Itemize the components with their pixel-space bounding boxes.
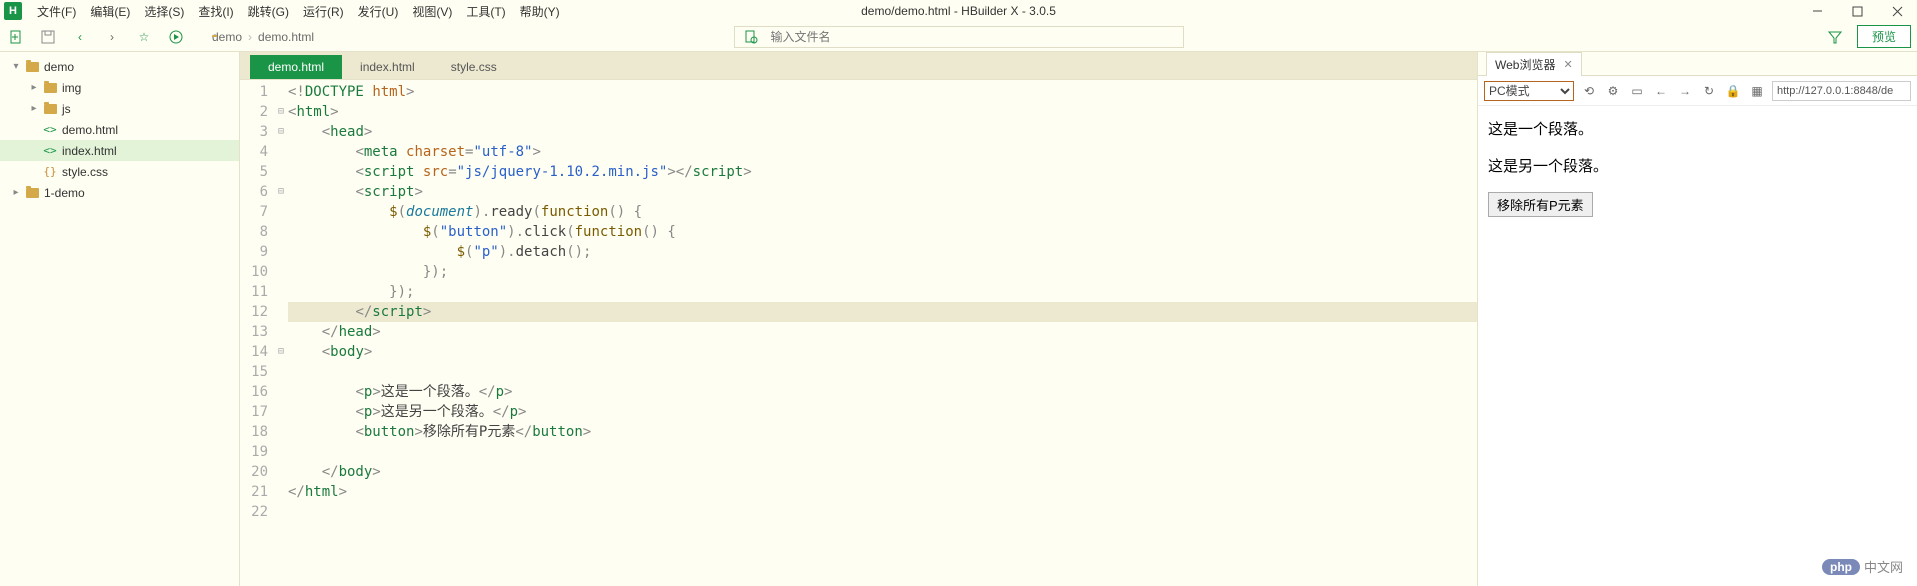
line-number-gutter: 12345678910111213141516171819202122 — [240, 80, 274, 586]
menu-item[interactable]: 工具(T) — [459, 1, 512, 22]
editor-tab[interactable]: style.css — [433, 55, 515, 79]
breadcrumb-item[interactable]: demo.html — [258, 30, 314, 44]
tree-item[interactable]: ▸ 1-demo — [0, 182, 239, 203]
menu-item[interactable]: 文件(F) — [30, 1, 83, 22]
preview-remove-button[interactable]: 移除所有P元素 — [1488, 192, 1593, 217]
browser-tab-label: Web浏览器 — [1495, 56, 1555, 73]
tree-item-label: style.css — [62, 165, 108, 179]
menu-item[interactable]: 编辑(E) — [83, 1, 137, 22]
favorite-icon[interactable]: ☆ — [132, 25, 156, 49]
qrcode-icon[interactable]: ▦ — [1748, 82, 1766, 100]
browser-toolbar: PC模式 ⟲ ⚙ ▭ ← → ↻ 🔒 ▦ — [1478, 76, 1917, 106]
editor-tab[interactable]: demo.html — [250, 55, 342, 79]
window-title: demo/demo.html - HBuilder X - 3.0.5 — [861, 4, 1056, 18]
new-file-icon[interactable] — [4, 25, 28, 49]
css-file-icon: {} — [42, 165, 58, 178]
editor-panel: demo.htmlindex.htmlstyle.css 12345678910… — [240, 52, 1477, 586]
breadcrumb: demo › demo.html — [212, 30, 314, 44]
web-browser-panel: Web浏览器 ✕ PC模式 ⟲ ⚙ ▭ ← → ↻ 🔒 ▦ 这是一个段落。 这是… — [1477, 52, 1917, 586]
chevron-right-icon: › — [248, 30, 252, 44]
tree-item-label: js — [62, 102, 71, 116]
window-controls — [1797, 0, 1917, 22]
main-area: ▾demo▸img▸js<>demo.html<>index.html{}sty… — [0, 52, 1917, 586]
run-icon[interactable] — [164, 25, 188, 49]
minimize-button[interactable] — [1797, 0, 1837, 22]
file-search-box[interactable] — [734, 26, 1184, 48]
refresh-icon[interactable]: ⟲ — [1580, 82, 1598, 100]
close-button[interactable] — [1877, 0, 1917, 22]
file-explorer: ▾demo▸img▸js<>demo.html<>index.html{}sty… — [0, 52, 240, 586]
menu-item[interactable]: 选择(S) — [137, 1, 191, 22]
tree-item[interactable]: <> demo.html — [0, 119, 239, 140]
toolbar: ‹ › ☆ demo › demo.html 预览 — [0, 22, 1917, 52]
preview-paragraph: 这是一个段落。 — [1488, 118, 1907, 139]
menubar: 文件(F)编辑(E)选择(S)查找(I)跳转(G)运行(R)发行(U)视图(V)… — [30, 1, 567, 22]
tree-item-label: index.html — [62, 144, 117, 158]
folder-icon — [24, 188, 40, 198]
menu-item[interactable]: 帮助(Y) — [513, 1, 567, 22]
code-content[interactable]: <!DOCTYPE html><html> <head> <meta chars… — [288, 80, 1477, 586]
gear-icon[interactable]: ⚙ — [1604, 82, 1622, 100]
close-icon[interactable]: ✕ — [1563, 58, 1572, 71]
html-file-icon: <> — [42, 123, 58, 136]
menu-item[interactable]: 发行(U) — [351, 1, 406, 22]
maximize-button[interactable] — [1837, 0, 1877, 22]
lock-icon[interactable]: 🔒 — [1724, 82, 1742, 100]
tree-item[interactable]: ▸ img — [0, 77, 239, 98]
html-file-icon: <> — [42, 144, 58, 157]
tree-item[interactable]: {} style.css — [0, 161, 239, 182]
nav-back-icon[interactable]: ‹ — [68, 25, 92, 49]
browser-content: 这是一个段落。 这是另一个段落。 移除所有P元素 — [1478, 106, 1917, 586]
tree-item[interactable]: ▸ js — [0, 98, 239, 119]
tree-twisty-icon[interactable]: ▾ — [8, 61, 24, 72]
folder-icon — [42, 83, 58, 93]
tree-item-label: 1-demo — [44, 186, 85, 200]
url-input[interactable] — [1772, 81, 1911, 101]
fold-gutter[interactable]: ⊟⊟⊟⊟ — [274, 80, 288, 586]
editor-tab[interactable]: index.html — [342, 55, 433, 79]
file-search-input[interactable] — [767, 30, 1183, 44]
tree-twisty-icon[interactable]: ▸ — [8, 187, 24, 198]
tree-twisty-icon[interactable]: ▸ — [26, 82, 42, 93]
device-mode-select[interactable]: PC模式 — [1484, 81, 1574, 101]
nav-forward-icon[interactable]: › — [100, 25, 124, 49]
browser-forward-icon[interactable]: → — [1676, 82, 1694, 100]
reload-icon[interactable]: ↻ — [1700, 82, 1718, 100]
folder-icon — [42, 104, 58, 114]
browser-tabbar: Web浏览器 ✕ — [1478, 52, 1917, 76]
folder-icon — [24, 62, 40, 72]
watermark-text: 中文网 — [1864, 557, 1903, 576]
save-icon[interactable] — [36, 25, 60, 49]
tablet-icon[interactable]: ▭ — [1628, 82, 1646, 100]
code-editor[interactable]: 12345678910111213141516171819202122 ⊟⊟⊟⊟… — [240, 80, 1477, 586]
browser-tab[interactable]: Web浏览器 ✕ — [1486, 52, 1582, 76]
search-file-icon — [739, 25, 763, 49]
menu-item[interactable]: 运行(R) — [296, 1, 351, 22]
titlebar: H 文件(F)编辑(E)选择(S)查找(I)跳转(G)运行(R)发行(U)视图(… — [0, 0, 1917, 22]
menu-item[interactable]: 视图(V) — [405, 1, 459, 22]
preview-paragraph: 这是另一个段落。 — [1488, 155, 1907, 176]
menu-item[interactable]: 查找(I) — [191, 1, 240, 22]
editor-tabbar: demo.htmlindex.htmlstyle.css — [240, 52, 1477, 80]
tree-item[interactable]: ▾ demo — [0, 56, 239, 77]
tree-item-label: img — [62, 81, 81, 95]
tree-item-label: demo.html — [62, 123, 118, 137]
menu-item[interactable]: 跳转(G) — [241, 1, 296, 22]
watermark: php 中文网 — [1822, 557, 1903, 576]
filter-icon[interactable] — [1823, 25, 1847, 49]
watermark-badge: php — [1822, 559, 1860, 575]
preview-button[interactable]: 预览 — [1857, 25, 1911, 48]
tree-item[interactable]: <> index.html — [0, 140, 239, 161]
tree-twisty-icon[interactable]: ▸ — [26, 103, 42, 114]
browser-back-icon[interactable]: ← — [1652, 82, 1670, 100]
breadcrumb-item[interactable]: demo — [212, 30, 242, 44]
app-logo: H — [4, 2, 22, 20]
tree-item-label: demo — [44, 60, 74, 74]
